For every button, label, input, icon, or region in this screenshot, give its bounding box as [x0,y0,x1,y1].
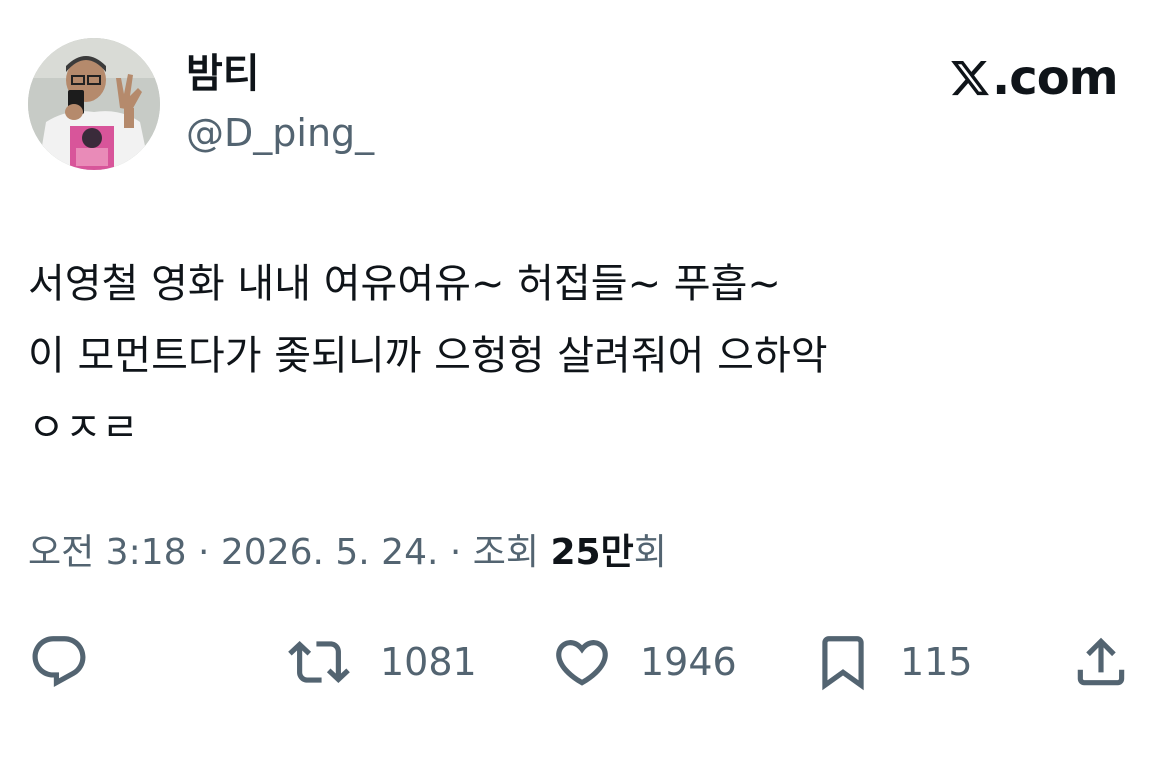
tweet-line: ㅇㅈㄹ [28,405,139,451]
bookmark-button[interactable]: 115 [812,620,973,704]
retweet-button[interactable]: 1081 [284,620,477,704]
heart-icon [556,640,608,686]
retweet-count: 1081 [380,640,477,684]
avatar[interactable] [28,38,160,170]
like-button[interactable]: 1946 [550,620,737,704]
profile-photo [28,38,160,170]
tweet-text: 서영철 영화 내내 여유여유~ 허접들~ 푸흡~ 이 모먼트다가 좆되니까 으헝… [28,248,1128,464]
tweet-time[interactable]: 오전 3:18 [28,532,187,573]
reply-button[interactable] [28,620,90,704]
views-suffix: 회 [633,532,667,573]
tweet-meta: 오전 3:18 · 2026. 5. 24. · 조회 25만회 [28,528,667,578]
display-name[interactable]: 밤티 [186,50,260,98]
bookmark-icon [822,636,864,691]
retweet-icon [288,641,350,683]
action-bar: 1081 1946 115 [0,620,1170,704]
like-count: 1946 [640,640,737,684]
meta-separator: · [197,532,210,573]
reply-icon [32,636,86,688]
x-logo-icon [951,60,989,96]
brand-logo: .com [948,50,1119,106]
views-count: 25만 [550,532,634,573]
share-icon [1077,637,1125,686]
user-handle[interactable]: @D_ping_ [186,110,374,156]
bookmark-count: 115 [900,640,973,684]
tweet-date[interactable]: 2026. 5. 24. [221,532,439,573]
views-label: 조회 [472,532,540,573]
share-button[interactable] [1070,620,1132,704]
tweet-line: 이 모먼트다가 좆되니까 으헝헝 살려줘어 으하악 [28,333,828,379]
brand-text: .com [992,50,1119,106]
tweet-line: 서영철 영화 내내 여유여유~ 허접들~ 푸흡~ [28,261,781,307]
meta-separator: · [449,532,462,573]
